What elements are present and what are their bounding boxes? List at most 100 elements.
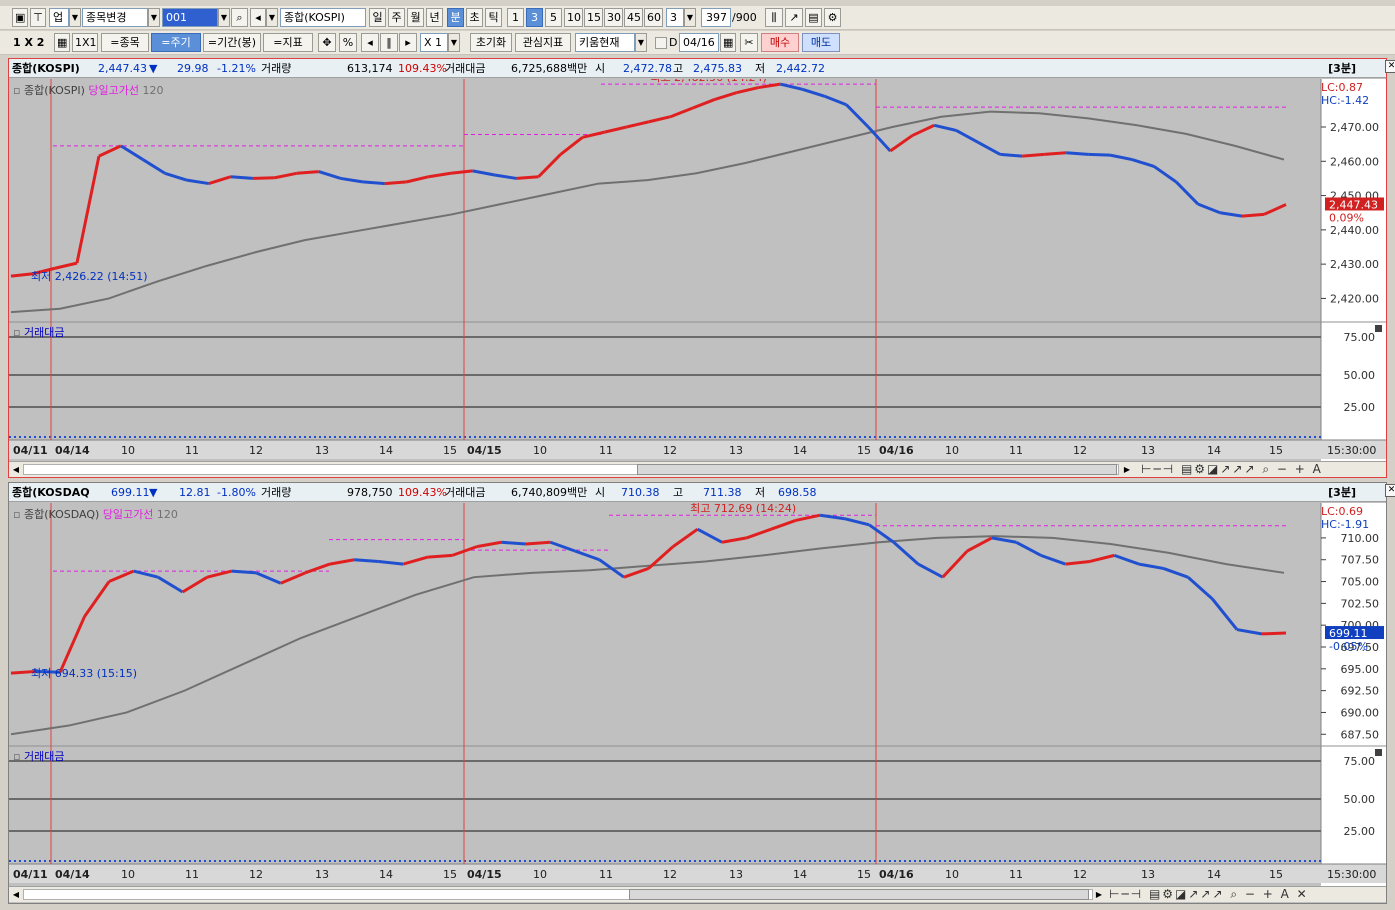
chart-scrollbar[interactable]: ◀ ▶ ⊢─⊣ ▤⚙◪↗↗↗ ⌕ − + A (9, 461, 1386, 477)
watch-indicator-button[interactable]: 관심지표 (515, 33, 571, 52)
kosdaq-chart[interactable]: 710.00707.50705.00702.50700.00697.50695.… (9, 503, 1386, 903)
change-value: 29.98 (177, 62, 209, 75)
close-icon[interactable]: ✕ (1385, 484, 1395, 497)
price-segment (516, 175, 539, 180)
interval-5[interactable]: 5 (545, 8, 562, 27)
next-icon[interactable]: ▸ (399, 33, 417, 52)
percent-button[interactable]: % (339, 33, 357, 52)
zoom-select[interactable]: X 1 (420, 33, 448, 52)
sell-button[interactable]: 매도 (802, 33, 840, 52)
change-stock-select[interactable]: 종목변경 (82, 8, 148, 27)
y-tick-label: 690.00 (1341, 706, 1380, 719)
sub-chart-label: ▫ 거래대금 (13, 324, 64, 340)
interval-1[interactable]: 1 (507, 8, 524, 27)
sync-range-button[interactable]: =기간(봉) (203, 33, 261, 52)
period-yearly[interactable]: 년 (426, 8, 443, 27)
x-tick-label: 15 (1269, 444, 1283, 457)
scroll-left-icon[interactable]: ◀ (10, 463, 22, 476)
y-tick-label: 2,430.00 (1330, 258, 1379, 271)
x-tick-label: 11 (1009, 444, 1023, 457)
period-minute[interactable]: 분 (447, 8, 464, 27)
price-segment (1022, 152, 1045, 158)
chevron-down-icon[interactable]: ▼ (148, 8, 160, 27)
chevron-down-icon[interactable]: ▼ (218, 8, 230, 27)
interval-60[interactable]: 60 (644, 8, 663, 27)
interval-3[interactable]: 3 (526, 8, 543, 27)
buy-button[interactable]: 매수 (761, 33, 799, 52)
interval-30[interactable]: 30 (604, 8, 623, 27)
period-second[interactable]: 초 (466, 8, 483, 27)
x-tick-label: 11 (185, 444, 199, 457)
scroll-thumb[interactable] (637, 464, 1117, 475)
prev-icon[interactable]: ◂ (361, 33, 379, 52)
period-monthly[interactable]: 월 (407, 8, 424, 27)
volume-label: 거래량 (261, 62, 292, 75)
interval-15[interactable]: 15 (584, 8, 603, 27)
calendar-icon[interactable]: ▦ (720, 33, 736, 52)
sub-y-tick-label: 50.00 (1344, 369, 1376, 382)
chart-scrollbar[interactable]: ◀ ▶ ⊢─⊣ ▤⚙◪↗↗↗ ⌕ − + A ✕ (9, 886, 1386, 902)
move-icon[interactable]: ✥ (318, 33, 336, 52)
interval-10[interactable]: 10 (564, 8, 583, 27)
chart-tools[interactable]: ⊢─⊣ ▤⚙◪↗↗↗ ⌕ − + A (1141, 462, 1323, 477)
sync-indicator-button[interactable]: =지표 (263, 33, 313, 52)
down-arrow-icon: ▼ (149, 62, 158, 75)
price-segment (1044, 151, 1067, 156)
chevron-down-icon[interactable]: ▼ (266, 8, 278, 27)
chevron-down-icon[interactable]: ▼ (635, 33, 647, 52)
chart-tools[interactable]: ⊢─⊣ ▤⚙◪↗↗↗ ⌕ − + A ✕ (1109, 887, 1309, 902)
grid-icon[interactable]: ▦ (54, 33, 70, 52)
count-max: /900 (732, 11, 757, 24)
gear-icon[interactable]: ⚙ (824, 8, 841, 27)
chevron-down-icon[interactable]: ▼ (69, 8, 81, 27)
window-icon[interactable]: ▣ (12, 8, 28, 27)
x-tick-label: 10 (121, 444, 135, 457)
sync-period-button[interactable]: =주기 (151, 33, 201, 52)
stock-name-field[interactable]: 종합(KOSPI) (280, 8, 366, 27)
sub-close-icon (1375, 325, 1382, 332)
date-checkbox[interactable] (655, 37, 667, 49)
scroll-thumb[interactable] (629, 889, 1089, 900)
pause-icon[interactable]: ‖ (380, 33, 398, 52)
scroll-right-icon[interactable]: ▶ (1093, 888, 1105, 901)
period-weekly[interactable]: 주 (388, 8, 405, 27)
chevron-down-icon[interactable]: ▼ (684, 8, 696, 27)
kospi-chart[interactable]: 2,470.002,460.002,450.002,440.002,430.00… (9, 79, 1386, 477)
market-select[interactable]: 업 (49, 8, 69, 27)
sub-y-tick-label: 50.00 (1344, 793, 1376, 806)
main-toolbar: ▣ ⊤ 업 ▼ 종목변경 ▼ 001 ▼ ⌕ ◂ ▼ 종합(KOSPI) 일 주… (0, 6, 1395, 30)
reset-button[interactable]: 초기화 (470, 33, 512, 52)
trend-icon[interactable]: ↗ (785, 8, 803, 27)
close-icon[interactable]: ✕ (1385, 60, 1395, 73)
price-segment (1088, 152, 1111, 157)
kiwoom-select[interactable]: 키움현재 (575, 33, 635, 52)
layout-label[interactable]: 1 X 2 (13, 33, 44, 52)
low-value: 698.58 (778, 486, 817, 499)
scissors-icon[interactable]: ✂ (740, 33, 758, 52)
y-axis-background (1321, 79, 1386, 477)
count-input[interactable]: 397 (701, 8, 731, 27)
code-input[interactable]: 001 (162, 8, 218, 27)
save-icon[interactable]: ▤ (805, 8, 822, 27)
interval-input[interactable]: 3 (666, 8, 684, 27)
period-daily[interactable]: 일 (369, 8, 386, 27)
x-tick-label: 13 (315, 868, 329, 881)
candle-icon[interactable]: ⫼ (765, 8, 783, 27)
open-label: 시 (595, 62, 606, 75)
layout-1x1-button[interactable]: 1X1 (72, 33, 98, 52)
x-tick-label: 04/16 (879, 444, 914, 457)
speaker-icon[interactable]: ◂ (250, 8, 266, 27)
chevron-down-icon[interactable]: ▼ (448, 33, 460, 52)
price-segment (362, 180, 385, 186)
date-input[interactable]: 04/16 (679, 33, 719, 52)
time-label: 15:30:00 (1327, 444, 1376, 457)
search-icon[interactable]: ⌕ (231, 8, 248, 27)
period-tick[interactable]: 틱 (485, 8, 502, 27)
sync-stock-button[interactable]: =종목 (101, 33, 149, 52)
scroll-right-icon[interactable]: ▶ (1121, 463, 1133, 476)
scroll-left-icon[interactable]: ◀ (10, 888, 22, 901)
pin-icon[interactable]: ⊤ (30, 8, 46, 27)
interval-45[interactable]: 45 (624, 8, 643, 27)
price-segment (231, 569, 257, 575)
high-value: 2,475.83 (693, 62, 742, 75)
